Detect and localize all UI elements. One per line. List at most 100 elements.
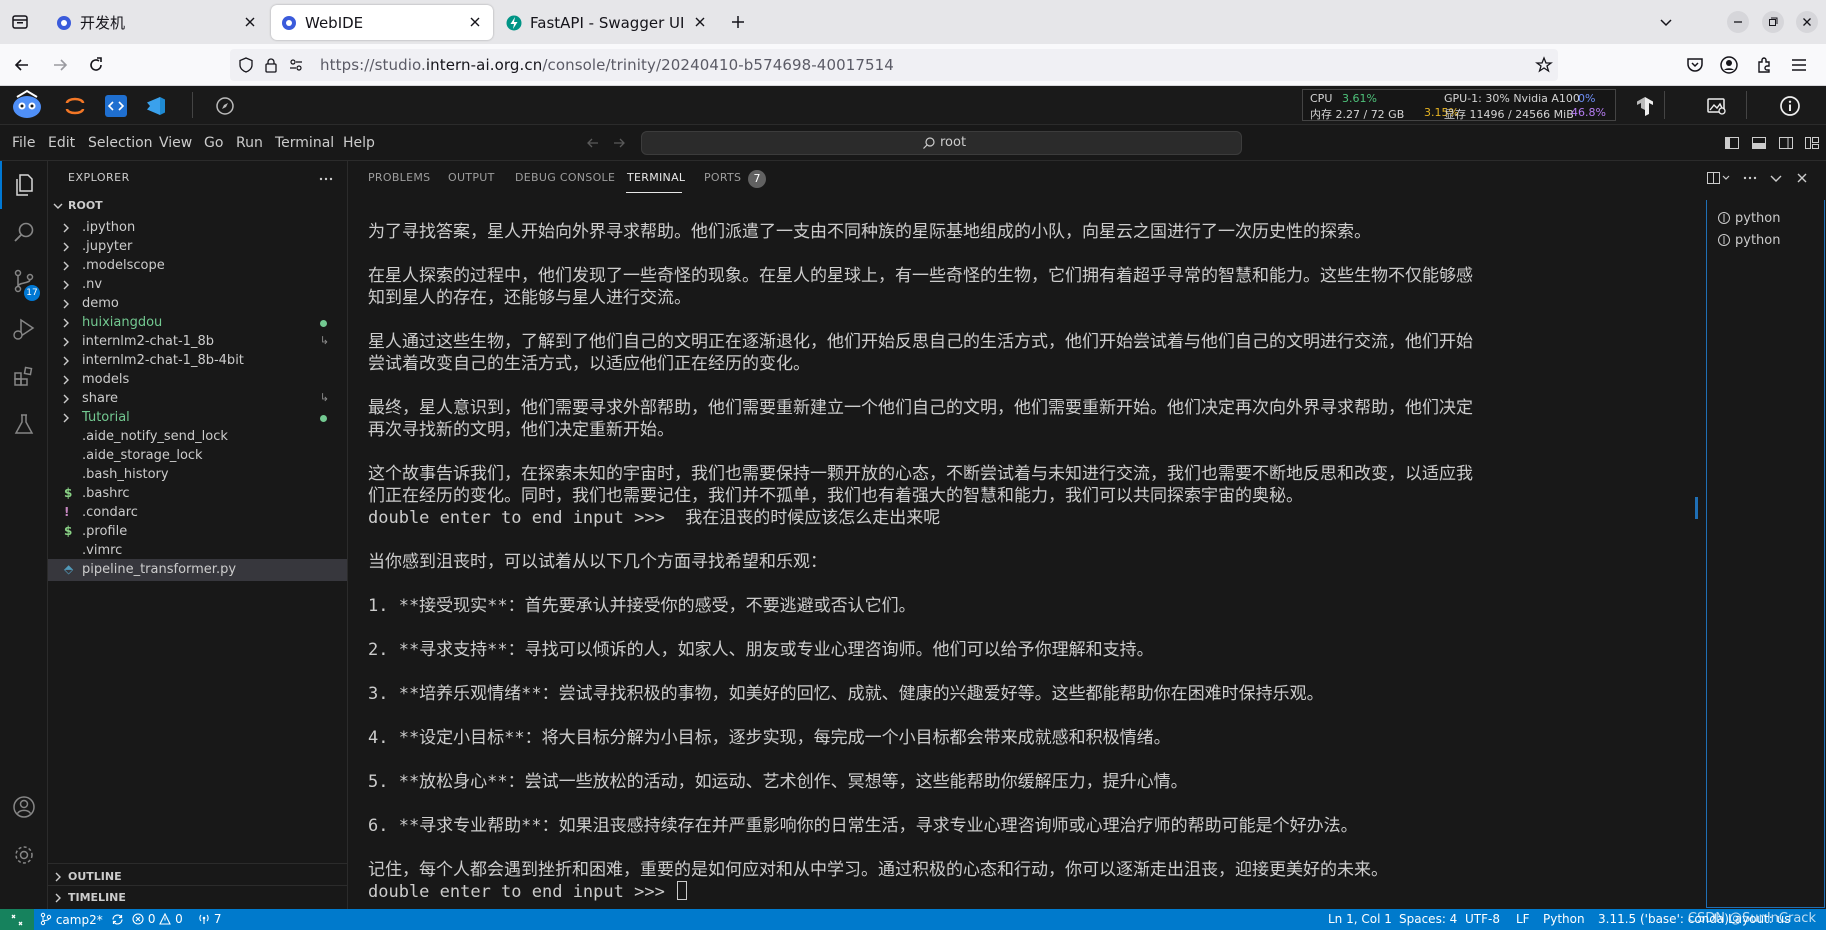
browser-tab-fastapi[interactable]: FastAPI - Swagger UI <box>496 5 718 40</box>
timeline-section[interactable]: TIMELINE <box>48 887 347 909</box>
tree-item-label: .jupyter <box>82 239 133 254</box>
menu-run[interactable]: Run <box>236 135 263 151</box>
explorer-root-section[interactable]: ROOT <box>48 195 347 217</box>
toggle-secondary-sidebar-icon[interactable] <box>1778 135 1794 151</box>
terminal-scrollbar-thumb[interactable] <box>1695 497 1698 519</box>
terminal-list-item[interactable]: python <box>1717 230 1780 250</box>
studio-toolbar: CPU 3.61% 内存 2.27 / 72 GB 3.15% GPU-1: 3… <box>0 86 1826 125</box>
tab-ports[interactable]: PORTS <box>704 171 741 184</box>
menu-terminal[interactable]: Terminal <box>275 135 334 151</box>
maximize-panel-icon[interactable] <box>1768 170 1784 186</box>
language-mode[interactable]: Python <box>1543 912 1585 926</box>
window-close-button[interactable] <box>1796 11 1818 33</box>
extensions-icon[interactable] <box>1754 55 1774 75</box>
terminal-list-item[interactable]: python <box>1717 208 1780 228</box>
chevron-right-icon <box>63 337 69 347</box>
indentation[interactable]: Spaces: 4 <box>1399 912 1457 926</box>
close-icon[interactable] <box>692 14 708 30</box>
accounts-activity[interactable] <box>0 783 48 831</box>
terminal-line: 3. **培养乐观情绪**：尝试寻找积极的事物，如美好的回忆、成就、健康的兴趣爱… <box>368 683 1688 705</box>
site-permissions-icon[interactable] <box>288 57 304 73</box>
back-button[interactable] <box>12 55 32 75</box>
menu-file[interactable]: File <box>12 135 35 151</box>
search-icon <box>923 137 935 149</box>
close-icon[interactable] <box>242 14 258 30</box>
customize-layout-icon[interactable] <box>1804 135 1820 151</box>
more-actions-icon[interactable] <box>318 171 334 187</box>
tab-list-icon[interactable] <box>10 12 30 32</box>
menu-view[interactable]: View <box>159 135 192 151</box>
tab-terminal[interactable]: TERMINAL <box>627 171 685 184</box>
bookmark-star-icon[interactable] <box>1535 56 1553 74</box>
tree-item-label: .bashrc <box>82 486 130 501</box>
manage-activity[interactable] <box>0 831 48 879</box>
tensorflow-icon[interactable] <box>1634 95 1656 117</box>
menu-icon[interactable] <box>1789 55 1809 75</box>
minimize-button[interactable] <box>1727 11 1749 33</box>
menu-help[interactable]: Help <box>343 135 375 151</box>
compass-icon[interactable] <box>215 96 235 116</box>
menu-go[interactable]: Go <box>204 135 223 151</box>
tree-item-label: .aide_storage_lock <box>82 448 203 463</box>
terminal-line: 1. **接受现实**：首先要承认并接受你的感受，不要逃避或否认它们。 <box>368 595 1688 617</box>
toggle-sidebar-icon[interactable] <box>1724 135 1740 151</box>
jupyter-icon[interactable] <box>64 95 86 117</box>
url-text[interactable]: https://studio.intern-ai.org.cn/console/… <box>320 56 894 74</box>
tab-problems[interactable]: PROBLEMS <box>368 171 430 184</box>
tab-overflow-button[interactable] <box>1656 12 1676 32</box>
command-center[interactable]: root <box>641 131 1242 155</box>
shield-icon[interactable] <box>238 57 254 73</box>
image-search-icon[interactable] <box>1706 95 1728 117</box>
vscode-icon[interactable] <box>145 95 167 117</box>
intern-logo-icon[interactable] <box>10 89 44 121</box>
menu-edit[interactable]: Edit <box>48 135 75 151</box>
tab-debug-console[interactable]: DEBUG CONSOLE <box>515 171 615 184</box>
vscode-menu-bar: File Edit Selection View Go Run Terminal… <box>0 125 1826 161</box>
git-modified-dot <box>320 320 327 327</box>
cursor-position[interactable]: Ln 1, Col 1 <box>1328 912 1392 926</box>
intern-favicon-icon <box>57 15 71 30</box>
source-control-activity[interactable]: 17 <box>0 257 48 305</box>
split-terminal-icon[interactable] <box>1706 170 1732 186</box>
terminal-output[interactable]: 为了寻找答案，星人开始向外界寻求帮助。他们派遣了一支由不同种族的星际基地组成的小… <box>368 221 1688 903</box>
explorer-activity[interactable] <box>0 161 48 209</box>
tree-item-label: internlm2-chat-1_8b <box>82 334 214 349</box>
tree-item-label: .profile <box>82 524 128 539</box>
account-icon[interactable] <box>1719 55 1739 75</box>
testing-activity[interactable] <box>0 401 48 449</box>
end-of-line[interactable]: LF <box>1516 912 1530 926</box>
restore-button[interactable] <box>1762 11 1784 33</box>
info-icon[interactable] <box>1779 95 1801 117</box>
file-item[interactable]: ⬘ pipeline_transformer.py <box>48 559 347 581</box>
branch-indicator[interactable]: camp2* <box>40 912 124 927</box>
run-debug-activity[interactable] <box>0 305 48 353</box>
remote-indicator[interactable] <box>0 909 34 930</box>
code-editor-icon[interactable] <box>105 95 127 117</box>
new-tab-button[interactable] <box>728 12 748 32</box>
pocket-icon[interactable] <box>1685 55 1705 75</box>
close-icon[interactable] <box>467 14 483 30</box>
forward-button[interactable] <box>50 55 70 75</box>
terminal-line: double enter to end input >>> 我在沮丧的时候应该怎… <box>368 507 1688 529</box>
browser-tab-webide[interactable]: WebIDE <box>271 5 493 40</box>
tab-output[interactable]: OUTPUT <box>448 171 495 184</box>
lock-icon[interactable] <box>263 57 279 73</box>
encoding[interactable]: UTF-8 <box>1465 912 1500 926</box>
ports-indicator[interactable]: 7 <box>198 912 221 926</box>
close-panel-icon[interactable] <box>1794 170 1810 186</box>
browser-tab-devmachine[interactable]: 开发机 <box>46 5 268 40</box>
nav-back-icon[interactable] <box>585 135 601 151</box>
menu-selection[interactable]: Selection <box>88 135 153 151</box>
reload-button[interactable] <box>86 55 106 75</box>
extensions-activity[interactable] <box>0 353 48 401</box>
explorer-root-label: ROOT <box>68 199 103 212</box>
nav-forward-icon[interactable] <box>611 135 627 151</box>
toggle-panel-icon[interactable] <box>1751 135 1767 151</box>
remote-icon <box>11 914 23 926</box>
explorer-sidebar: EXPLORER ROOT .ipython .jupyter .modelscop… <box>48 161 348 909</box>
problems-indicator[interactable]: 0 0 <box>132 912 183 926</box>
more-actions-icon[interactable] <box>1742 170 1758 186</box>
search-activity[interactable] <box>0 209 48 257</box>
url-bar[interactable]: https://studio.intern-ai.org.cn/console/… <box>230 49 1558 81</box>
